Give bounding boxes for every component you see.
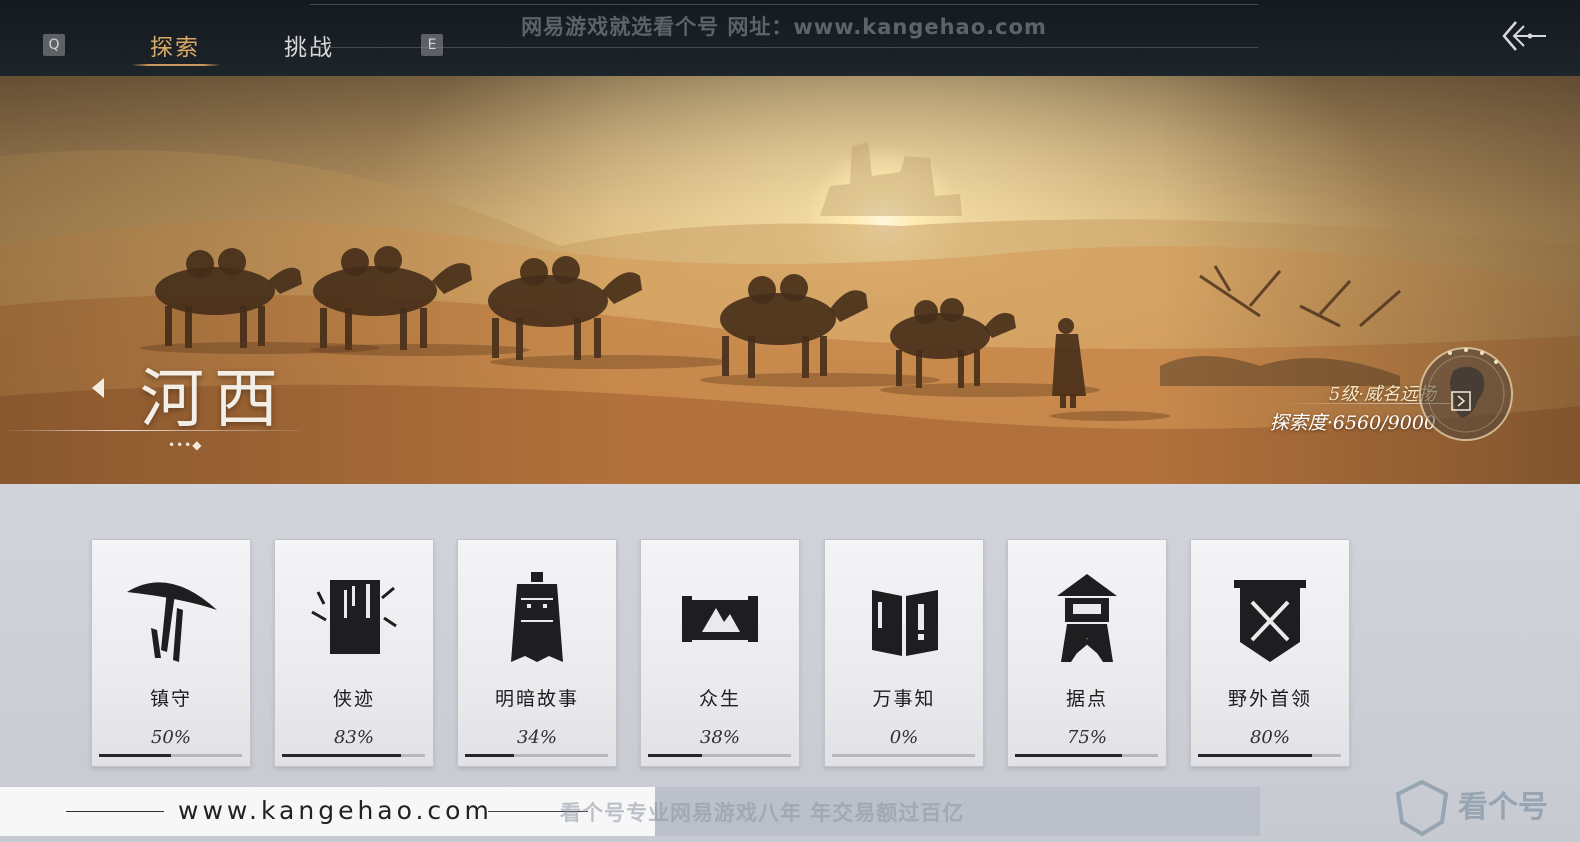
corner-logo: 看个号 (1392, 776, 1580, 842)
logo-text: 看个号 (1458, 790, 1548, 825)
prev-tab-key-hint[interactable]: Q (43, 34, 65, 56)
banner-shade-left (0, 76, 620, 484)
progress-fill (282, 754, 401, 757)
scroll-book-icon (311, 580, 397, 654)
region-map-badge-icon[interactable] (1416, 344, 1516, 444)
crossed-swords-banner-icon (1234, 580, 1306, 662)
category-card-people[interactable]: 众生 38% (640, 539, 800, 767)
progress-bar (648, 754, 791, 757)
progress-bar (1015, 754, 1158, 757)
watermark-slogan: 看个号专业网易游戏八年 年交易额过百亿 (560, 801, 965, 825)
progress-bar (832, 754, 975, 757)
category-label: 镇守 (149, 688, 192, 710)
active-tab-underline (131, 64, 221, 66)
progress-fill (465, 754, 514, 757)
category-label: 侠迹 (332, 688, 375, 710)
category-percent: 75% (1066, 727, 1107, 748)
category-percent: 0% (889, 727, 919, 748)
progress-bar (282, 754, 425, 757)
category-label: 明暗故事 (494, 688, 579, 710)
category-label: 万事知 (872, 688, 936, 710)
progress-bar (99, 754, 242, 757)
category-card-hero-deeds[interactable]: 侠迹 83% (274, 539, 434, 767)
folding-screen-icon (872, 590, 938, 656)
category-label: 众生 (698, 688, 741, 710)
category-percent: 80% (1249, 727, 1290, 748)
exploration-progress: 探索度·6560/9000 (1269, 412, 1436, 434)
category-label: 据点 (1065, 688, 1108, 710)
category-card-field-bosses[interactable]: 野外首领 80% (1190, 539, 1350, 767)
category-card-knowledge[interactable]: 万事知 0% (824, 539, 984, 767)
category-card-garrison[interactable]: 镇守 50% (91, 539, 251, 767)
bamboo-hat-icon (127, 582, 217, 662)
category-percent: 38% (699, 727, 740, 748)
progress-bar (1198, 754, 1341, 757)
previous-region-arrow-icon[interactable] (90, 376, 108, 400)
progress-fill (1015, 754, 1123, 757)
category-card-stories[interactable]: 明暗故事 34% (457, 539, 617, 767)
back-arrow-icon[interactable] (1500, 18, 1550, 54)
watermark-site: www.kangehao.com (178, 796, 493, 825)
progress-fill (99, 754, 171, 757)
category-percent: 50% (150, 727, 191, 748)
painting-scroll-icon (682, 596, 758, 642)
region-page-indicator: •••◆ (168, 438, 203, 452)
category-percent: 34% (516, 727, 557, 748)
top-bar: Q 探索 挑战 E 网易游戏就选看个号 网址：www.kangehao.com (0, 0, 1580, 76)
bell-icon (511, 572, 563, 662)
region-divider (0, 430, 300, 431)
logo-shield-icon (1395, 779, 1449, 837)
watermark-rule (66, 811, 164, 812)
region-name: 河西 (140, 363, 288, 437)
watchtower-icon (1057, 574, 1117, 662)
progress-bar (465, 754, 608, 757)
category-card-strongholds[interactable]: 据点 75% (1007, 539, 1167, 767)
region-banner: 河西 •••◆ 5级·威名远扬 探索度·6560/9000 (0, 76, 1580, 484)
progress-fill (1198, 754, 1313, 757)
tab-explore[interactable]: 探索 (150, 28, 200, 62)
category-label: 野外首领 (1227, 688, 1312, 710)
category-percent: 83% (333, 727, 374, 748)
top-watermark: 网易游戏就选看个号 网址：www.kangehao.com (310, 4, 1258, 48)
progress-fill (648, 754, 703, 757)
